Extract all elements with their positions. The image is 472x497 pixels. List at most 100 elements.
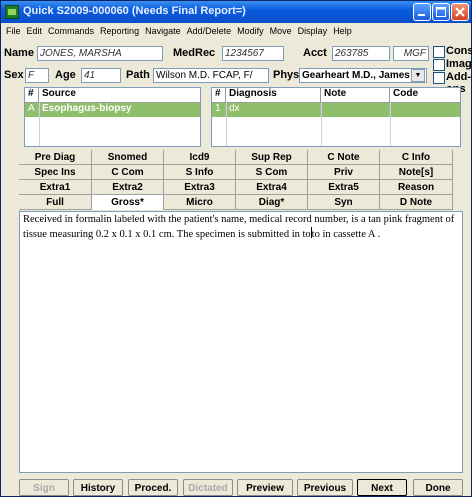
sex-label: Sex (4, 69, 24, 81)
tab-d-note[interactable]: D Note (380, 195, 453, 210)
images-label: Images (446, 58, 472, 70)
column-divider (39, 102, 40, 146)
diagnosis-table: # Diagnosis Note Code 1 dx (211, 87, 461, 147)
report-text-editor[interactable]: Received in formalin labeled with the pa… (19, 211, 463, 473)
medrec-label: MedRec (173, 47, 216, 59)
consults-checkbox[interactable] (433, 46, 445, 58)
next-button[interactable]: Next (357, 479, 407, 496)
report-text: Received in formalin labeled with the pa… (23, 214, 455, 240)
tab-s-info[interactable]: S Info (164, 165, 236, 180)
tab-pre-diag[interactable]: Pre Diag (19, 150, 92, 165)
source-table: # Source A Esophagus-biopsy (24, 87, 201, 147)
done-button[interactable]: Done (413, 479, 463, 496)
addons-checkbox[interactable] (433, 72, 445, 84)
maximize-icon (436, 7, 446, 17)
sign-button[interactable]: Sign (19, 479, 69, 496)
menu-navigate[interactable]: Navigate (142, 24, 184, 38)
diagnosis-table-header: # Diagnosis Note Code (212, 88, 460, 103)
name-label: Name (4, 47, 34, 59)
diag-row-note (321, 103, 390, 117)
tab-extra2[interactable]: Extra2 (92, 180, 164, 195)
tab-icd9[interactable]: Icd9 (164, 150, 236, 165)
acct-field[interactable]: 263785 (332, 46, 390, 61)
menu-modify[interactable]: Modify (234, 24, 267, 38)
minimize-icon (418, 14, 425, 16)
tab-c-com[interactable]: C Com (92, 165, 164, 180)
action-button-bar: Sign History Proced. Dictated Preview Pr… (19, 479, 463, 496)
age-label: Age (55, 69, 76, 81)
history-button[interactable]: History (73, 479, 123, 496)
tab-sup-rep[interactable]: Sup Rep (236, 150, 308, 165)
tab-priv[interactable]: Priv (308, 165, 380, 180)
menu-add-delete[interactable]: Add/Delete (184, 24, 235, 38)
title-bar[interactable]: Quick S2009-000060 (Needs Final Report=) (1, 1, 471, 23)
tab-extra5[interactable]: Extra5 (308, 180, 380, 195)
diag-col-num[interactable]: # (212, 88, 226, 102)
diag-row-id: 1 (212, 103, 226, 117)
column-divider (321, 102, 322, 146)
tab-full[interactable]: Full (19, 195, 92, 210)
app-icon (5, 5, 19, 19)
images-checkbox[interactable] (433, 59, 445, 71)
diag-row-code (390, 103, 460, 117)
column-divider (226, 102, 227, 146)
tab-notes[interactable]: Note[s] (380, 165, 453, 180)
window-title: Quick S2009-000060 (Needs Final Report=) (23, 5, 246, 17)
minimize-button[interactable] (413, 3, 431, 21)
source-col-source[interactable]: Source (39, 88, 200, 102)
tab-extra3[interactable]: Extra3 (164, 180, 236, 195)
acct-label: Acct (303, 47, 327, 59)
age-field[interactable]: 41 (81, 68, 121, 83)
tab-micro[interactable]: Micro (164, 195, 236, 210)
tab-extra4[interactable]: Extra4 (236, 180, 308, 195)
tab-syn[interactable]: Syn (308, 195, 380, 210)
source-row-name: Esophagus-biopsy (42, 103, 132, 114)
phys-label: Phys (273, 69, 300, 81)
tab-diag[interactable]: Diag* (236, 195, 308, 210)
path-field[interactable]: Wilson M.D. FCAP, F/ (153, 68, 269, 83)
maximize-button[interactable] (432, 3, 450, 21)
diag-col-diagnosis[interactable]: Diagnosis (226, 88, 321, 102)
main-window: Quick S2009-000060 (Needs Final Report=)… (0, 0, 472, 497)
menu-move[interactable]: Move (267, 24, 295, 38)
column-divider (390, 102, 391, 146)
phys-dropdown-icon[interactable]: ▼ (411, 69, 425, 82)
preview-button[interactable]: Preview (237, 479, 293, 496)
tab-reason[interactable]: Reason (380, 180, 453, 195)
menu-reporting[interactable]: Reporting (97, 24, 142, 38)
close-button[interactable] (451, 3, 469, 21)
tab-spec-ins[interactable]: Spec Ins (19, 165, 92, 180)
report-text-after-cursor: to in cassette A . (311, 229, 381, 240)
dictated-button[interactable]: Dictated (183, 479, 233, 496)
table-row[interactable]: A Esophagus-biopsy (25, 103, 200, 117)
sex-field[interactable]: F (25, 68, 49, 83)
tab-extra1[interactable]: Extra1 (19, 180, 92, 195)
menu-commands[interactable]: Commands (45, 24, 97, 38)
source-table-header: # Source (25, 88, 200, 103)
tab-snomed[interactable]: Snomed (92, 150, 164, 165)
mgr-field[interactable]: MGF (393, 46, 429, 61)
diag-col-code[interactable]: Code (390, 88, 460, 102)
source-row-id: A (25, 103, 39, 117)
tab-gross[interactable]: Gross* (92, 195, 164, 210)
table-row[interactable]: 1 dx (212, 103, 460, 117)
menu-bar: File Edit Commands Reporting Navigate Add/Del… (3, 24, 469, 40)
medrec-field[interactable]: 1234567 (222, 46, 284, 61)
tab-c-info[interactable]: C Info (380, 150, 453, 165)
phys-field[interactable]: Gearheart M.D., James (299, 68, 427, 83)
menu-edit[interactable]: Edit (24, 24, 46, 38)
diag-col-note[interactable]: Note (321, 88, 390, 102)
proced-button[interactable]: Proced. (128, 479, 178, 496)
menu-display[interactable]: Display (295, 24, 331, 38)
name-field[interactable]: JONES, MARSHA (37, 46, 163, 61)
close-icon (455, 7, 465, 17)
previous-button[interactable]: Previous (297, 479, 353, 496)
menu-help[interactable]: Help (330, 24, 355, 38)
tab-s-com[interactable]: S Com (236, 165, 308, 180)
path-label: Path (126, 69, 150, 81)
consults-label: Consults (446, 45, 472, 57)
diag-row-diagnosis: dx (226, 103, 321, 117)
tab-c-note[interactable]: C Note (308, 150, 380, 165)
source-col-num[interactable]: # (25, 88, 39, 102)
menu-file[interactable]: File (3, 24, 24, 38)
